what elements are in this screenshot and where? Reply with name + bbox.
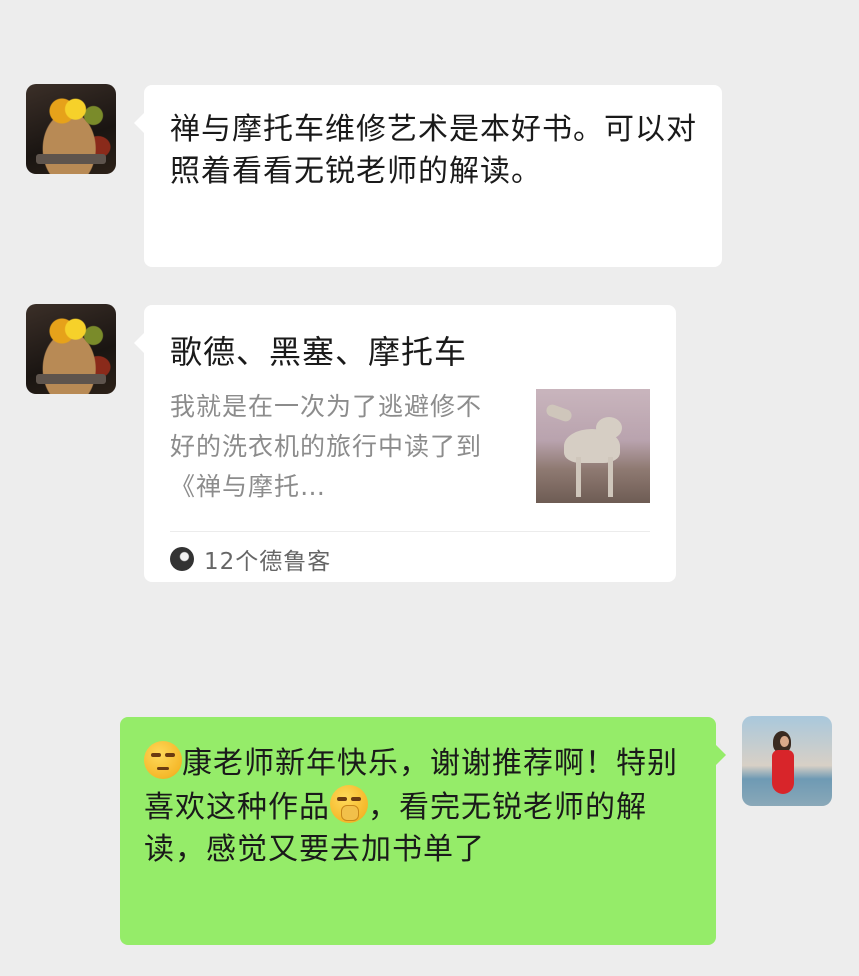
outgoing-message-bubble[interactable]: 康老师新年快乐，谢谢推荐啊！特别喜欢这种作品 ，看完无锐老师的解读，感觉又要去加… [120, 717, 726, 945]
source-account-icon [170, 547, 194, 571]
contact-avatar[interactable] [26, 304, 116, 394]
incoming-message-bubble[interactable]: 禅与摩托车维修艺术是本好书。可以对照着看看无锐老师的解读。 [134, 85, 722, 267]
smirk-emoji-icon [144, 741, 182, 779]
link-card-bubble[interactable]: 歌德、黑塞、摩托车 我就是在一次为了逃避修不好的洗衣机的旅行中读了到《禅与摩托…… [134, 305, 676, 582]
camel-leg [576, 457, 581, 497]
card-title: 歌德、黑塞、摩托车 [170, 333, 468, 371]
card-divider [170, 531, 650, 532]
emoji-eye [151, 753, 161, 757]
camel-photo-thumbnail [536, 389, 650, 503]
card-source: 12个德鲁客 [170, 539, 331, 579]
emoji-eye [165, 753, 175, 757]
emoji-hands [341, 805, 359, 821]
avatar-image [36, 154, 106, 164]
avatar-image [36, 374, 106, 384]
camel-neck [544, 402, 574, 424]
avatar-dress [772, 750, 794, 794]
source-name: 12个德鲁客 [204, 549, 332, 575]
message-text: 禅与摩托车维修艺术是本好书。可以对照着看看无锐老师的解读。 [170, 112, 697, 189]
avatar-face [780, 736, 789, 747]
camel-leg [608, 457, 613, 497]
emoji-eye [351, 797, 361, 801]
shy-emoji-icon [330, 785, 368, 823]
user-avatar[interactable] [742, 716, 832, 806]
message-text: 康老师新年快乐，谢谢推荐啊！特别喜欢这种作品 ，看完无锐老师的解读，感觉又要去加… [144, 741, 694, 871]
card-description: 我就是在一次为了逃避修不好的洗衣机的旅行中读了到《禅与摩托… [170, 392, 483, 501]
emoji-eye [337, 797, 347, 801]
contact-avatar[interactable] [26, 84, 116, 174]
emoji-mouth [157, 767, 169, 770]
